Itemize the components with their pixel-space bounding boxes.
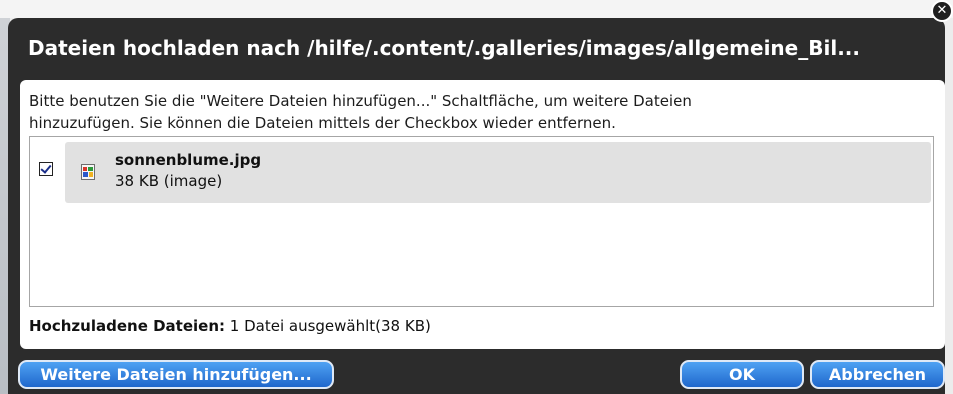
summary-label: Hochzuladene Dateien: [29,317,225,335]
file-size: 38 KB (image) [115,172,223,190]
file-name: sonnenblume.jpg [115,151,262,169]
summary-value: 1 Datei ausgewählt(38 KB) [229,317,431,335]
image-file-icon [81,164,95,180]
add-files-button[interactable]: Weitere Dateien hinzufügen... [18,360,334,389]
page-background-strip [0,0,953,18]
ok-button[interactable]: OK [680,360,804,389]
dialog-title: Dateien hochladen nach /hilfe/.content/.… [28,36,860,60]
upload-summary: Hochzuladene Dateien: 1 Datei ausgewählt… [29,317,431,335]
intro-line-2: hinzuzufügen. Sie können die Dateien mit… [29,114,616,132]
close-icon[interactable]: ✕ [931,0,953,22]
file-list[interactable]: sonnenblume.jpg 38 KB (image) [29,136,934,307]
cancel-button[interactable]: Abbrechen [810,360,945,389]
file-checkbox[interactable] [39,162,53,176]
intro-text: Bitte benutzen Sie die "Weitere Dateien … [29,90,929,134]
intro-line-1: Bitte benutzen Sie die "Weitere Dateien … [29,92,692,110]
dialog-content: Bitte benutzen Sie die "Weitere Dateien … [20,80,945,349]
file-list-item[interactable]: sonnenblume.jpg 38 KB (image) [65,142,931,203]
